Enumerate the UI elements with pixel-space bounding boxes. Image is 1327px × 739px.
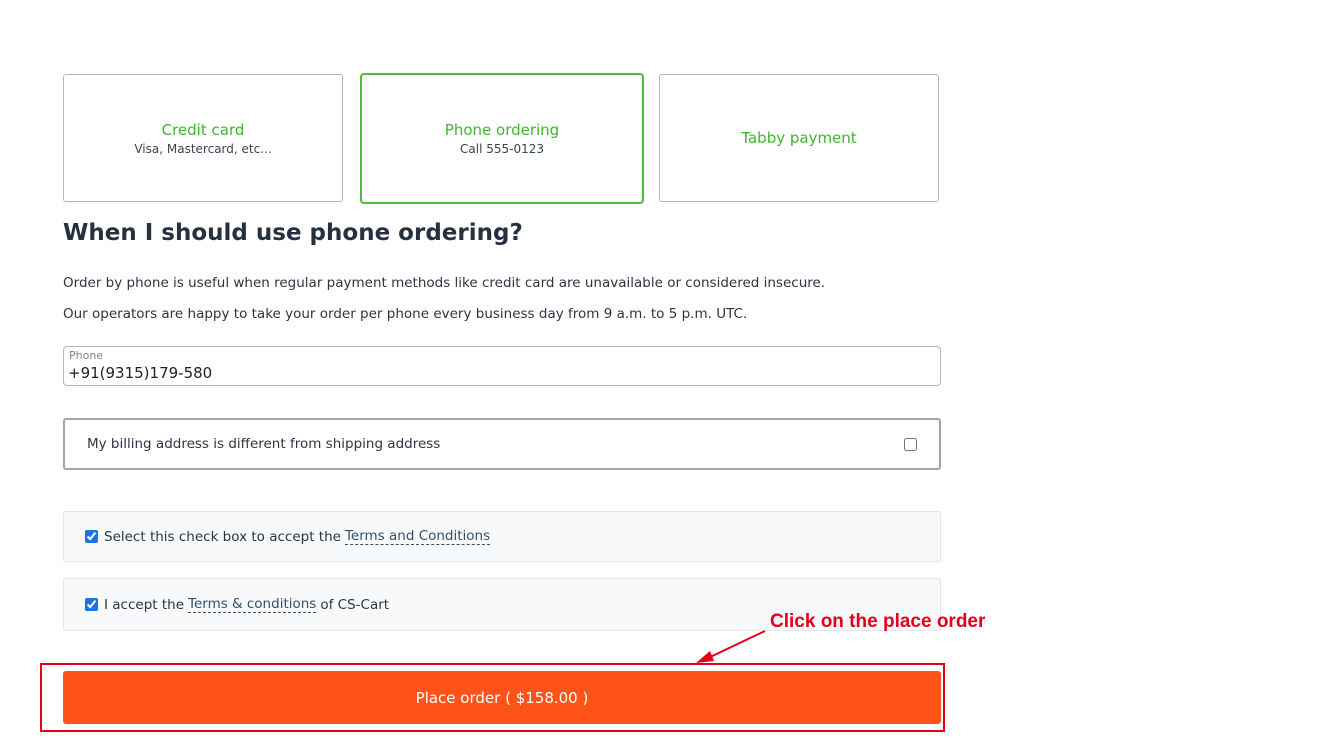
payment-method-title: Credit card <box>161 120 245 139</box>
payment-method-subtitle: Visa, Mastercard, etc... <box>134 141 272 156</box>
phone-field[interactable]: Phone <box>63 346 941 386</box>
phone-input[interactable] <box>68 363 928 383</box>
annotation-text: Click on the place order <box>770 611 986 632</box>
billing-address-checkbox[interactable] <box>904 437 917 451</box>
billing-address-toggle[interactable]: My billing address is different from shi… <box>63 418 941 470</box>
place-order-button[interactable]: Place order ( $158.00 ) <box>63 671 941 724</box>
payment-method-tabby[interactable]: Tabby payment <box>659 74 939 202</box>
info-paragraph-1: Order by phone is useful when regular pa… <box>63 275 826 291</box>
annotation-arrow-icon <box>696 630 766 663</box>
terms-conditions-text: Select this check box to accept the <box>104 528 341 545</box>
phone-field-label: Phone <box>69 349 104 362</box>
payment-method-title: Tabby payment <box>741 129 857 147</box>
terms-conditions-row: Select this check box to accept the Term… <box>63 511 941 562</box>
payment-method-title: Phone ordering <box>444 121 560 139</box>
terms-conditions-checkbox[interactable] <box>85 530 98 543</box>
cs-cart-terms-suffix: of CS-Cart <box>320 596 390 613</box>
cs-cart-terms-checkbox[interactable] <box>85 598 98 611</box>
phone-ordering-heading: When I should use phone ordering? <box>63 220 523 246</box>
payment-method-subtitle: Call 555-0123 <box>460 142 544 156</box>
cs-cart-terms-link[interactable]: Terms & conditions <box>188 596 317 613</box>
cs-cart-terms-prefix: I accept the <box>104 596 185 613</box>
payment-method-phone-ordering[interactable]: Phone ordering Call 555-0123 <box>360 73 644 204</box>
terms-conditions-link[interactable]: Terms and Conditions <box>344 528 491 545</box>
payment-method-credit-card[interactable]: Credit card Visa, Mastercard, etc... <box>63 74 343 202</box>
billing-address-label: My billing address is different from shi… <box>87 436 441 452</box>
info-paragraph-2: Our operators are happy to take your ord… <box>63 306 748 322</box>
